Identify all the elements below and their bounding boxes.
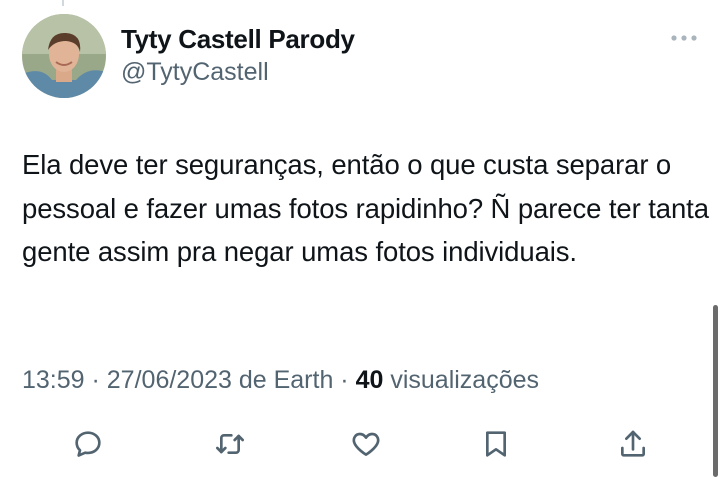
views-label: visualizações	[383, 366, 540, 394]
thread-connector-line	[62, 0, 64, 6]
bookmark-icon	[486, 431, 506, 457]
author-display-name[interactable]: Tyty Castell Parody	[121, 24, 355, 55]
more-button[interactable]	[666, 26, 702, 50]
scrollbar[interactable]	[713, 305, 718, 477]
tweet-location: de Earth	[231, 366, 334, 394]
heart-icon	[352, 432, 380, 456]
reply-button[interactable]	[68, 424, 108, 464]
tweet-date[interactable]: 27/06/2023	[107, 366, 232, 394]
avatar[interactable]	[22, 14, 106, 98]
tweet-time[interactable]: 13:59	[22, 366, 85, 394]
views-count: 40	[355, 366, 384, 394]
share-button[interactable]	[613, 424, 653, 464]
tweet: Tyty Castell Parody @TytyCastell Ela dev…	[0, 0, 725, 477]
share-icon	[621, 430, 645, 457]
like-button[interactable]	[346, 424, 386, 464]
tweet-meta: 13:59 · 27/06/2023 de Earth · 40 visuali…	[22, 366, 539, 395]
meta-separator: ·	[333, 366, 356, 394]
reply-icon	[75, 431, 101, 457]
author-handle[interactable]: @TytyCastell	[121, 58, 269, 87]
retweet-button[interactable]	[210, 424, 250, 464]
meta-separator: ·	[84, 366, 107, 394]
action-bar	[0, 424, 725, 464]
more-horizontal-icon	[671, 35, 697, 41]
tweet-text: Ela deve ter seguranças, então o que cus…	[22, 149, 709, 267]
retweet-icon	[216, 434, 244, 454]
bookmark-button[interactable]	[476, 424, 516, 464]
